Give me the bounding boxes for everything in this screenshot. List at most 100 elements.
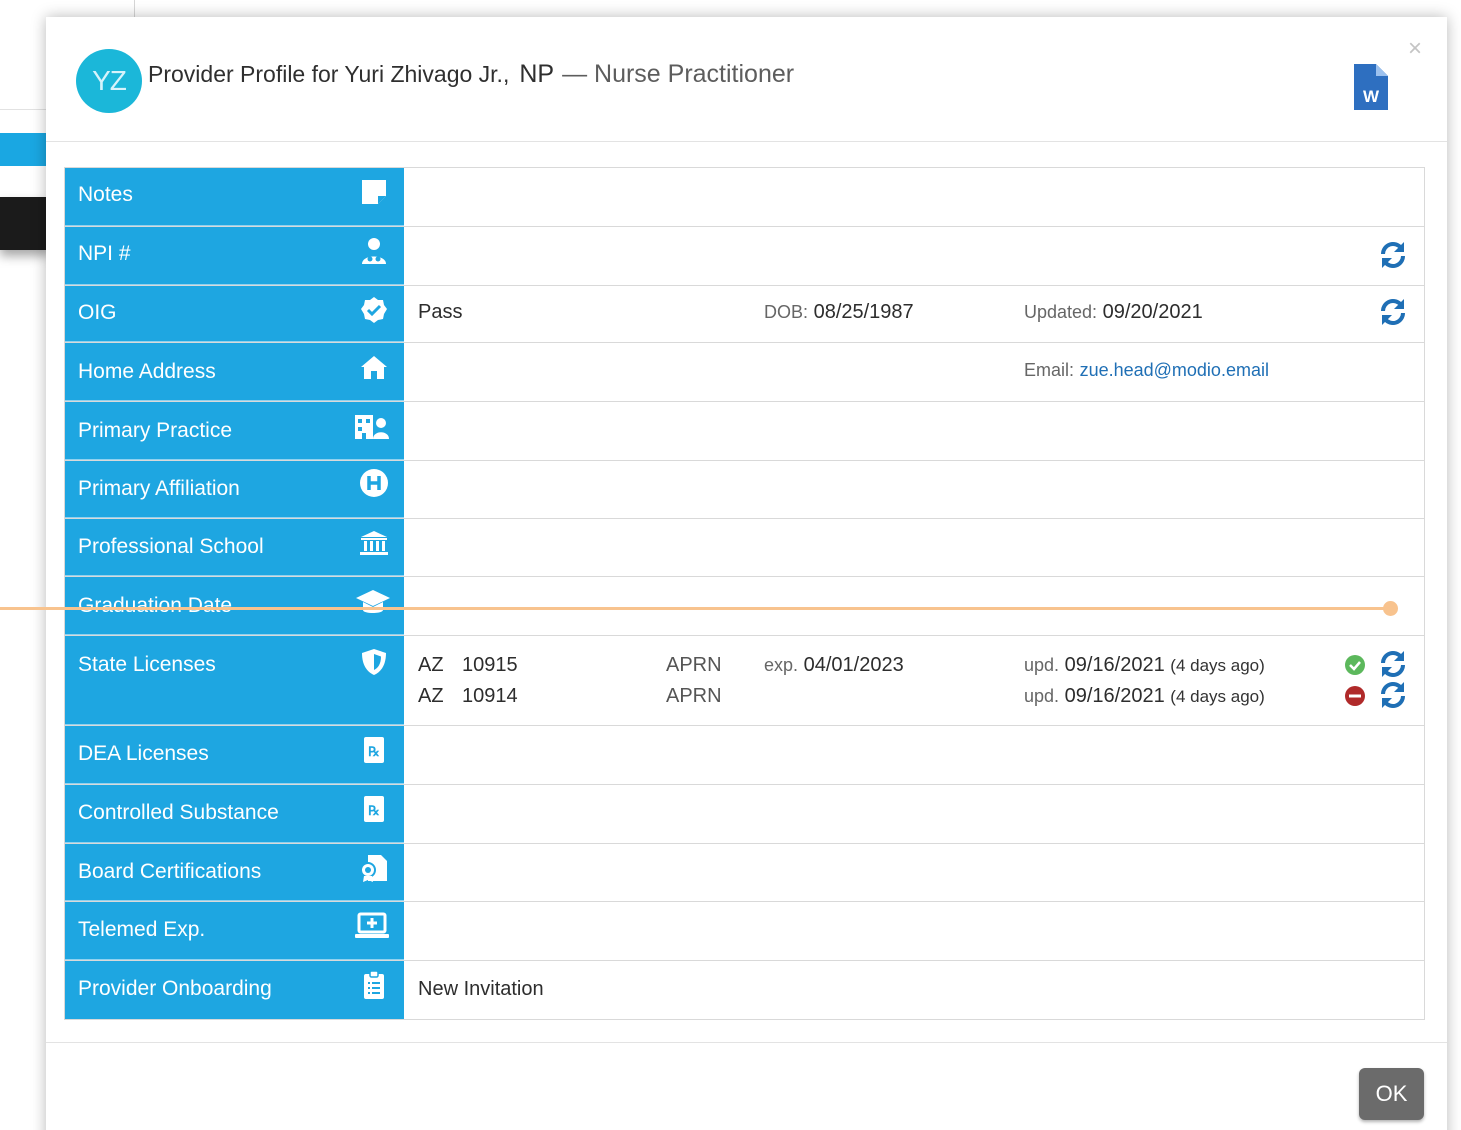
label-text: Graduation Date [78, 594, 233, 617]
license-number: 10914 [462, 685, 518, 707]
dob-value: 08/25/1987 [813, 301, 914, 323]
license-updated: upd. 09/16/2021 (4 days ago) [1024, 685, 1265, 708]
label-text: Professional School [78, 535, 264, 558]
row-home-address: Home Address Email: zue.head@modio.email [65, 343, 1424, 402]
refresh-icon[interactable] [1377, 679, 1409, 711]
shield-icon [362, 649, 386, 675]
refresh-icon[interactable] [1377, 296, 1409, 328]
ok-button[interactable]: OK [1359, 1068, 1424, 1120]
row-oig: OIG Pass DOB: 08/25/1987 Updated: 09/20/… [65, 286, 1424, 343]
content-primary-practice [404, 402, 1424, 460]
content-npi [404, 227, 1424, 285]
label-board-certifications: Board Certifications [65, 844, 404, 901]
row-telemed: Telemed Exp. [65, 902, 1424, 961]
content-professional-school [404, 519, 1424, 576]
modal-header: YZ Provider Profile for Yuri Zhivago Jr.… [46, 17, 1447, 142]
label-text: OIG [78, 301, 117, 324]
oig-updated: Updated: 09/20/2021 [1024, 301, 1203, 324]
upd-label: upd. [1024, 686, 1060, 706]
guide-line-handle[interactable] [1383, 601, 1398, 616]
content-primary-affiliation [404, 461, 1424, 518]
content-provider-onboarding: New Invitation [404, 961, 1424, 1019]
svg-text:W: W [1363, 87, 1380, 106]
content-telemed [404, 902, 1424, 960]
clipboard-list-icon [364, 970, 384, 999]
badge-check-icon [361, 297, 387, 323]
license-type: APRN [666, 685, 722, 707]
footer-divider [46, 1042, 1447, 1043]
label-notes: Notes [65, 168, 404, 226]
provider-profile-modal: YZ Provider Profile for Yuri Zhivago Jr.… [46, 17, 1447, 1130]
label-primary-practice: Primary Practice [65, 402, 404, 460]
row-notes: Notes [65, 168, 1424, 227]
license-state: AZ [418, 685, 444, 707]
avatar: YZ [76, 49, 142, 113]
label-text: Home Address [78, 360, 216, 383]
label-dea-licenses: DEA Licenses ℞ [65, 726, 404, 784]
row-npi: NPI # [65, 227, 1424, 286]
content-graduation-date [404, 577, 1424, 635]
label-text: Provider Onboarding [78, 977, 272, 1000]
content-state-licenses: AZ 10915 APRN exp. 04/01/2023 upd. 09/16… [404, 636, 1424, 725]
user-doctor-icon [362, 238, 386, 264]
title-provider-name: Provider Profile for Yuri Zhivago Jr., [148, 61, 510, 87]
upd-ago: (4 days ago) [1170, 687, 1265, 706]
guide-line[interactable] [0, 607, 1391, 610]
home-icon [361, 356, 387, 379]
label-graduation-date: Graduation Date [65, 577, 404, 635]
content-oig: Pass DOB: 08/25/1987 Updated: 09/20/2021 [404, 286, 1424, 342]
label-oig: OIG [65, 286, 404, 342]
certificate-icon [360, 855, 387, 882]
dob-label: DOB: [764, 302, 809, 322]
upd-label: upd. [1024, 655, 1060, 675]
row-primary-affiliation: Primary Affiliation [65, 461, 1424, 519]
close-icon[interactable]: × [1408, 35, 1422, 63]
minus-circle-icon [1345, 686, 1365, 706]
updated-value: 09/20/2021 [1102, 301, 1203, 323]
title-credential: NP [519, 60, 555, 88]
label-professional-school: Professional School [65, 519, 404, 576]
label-text: State Licenses [78, 653, 216, 676]
upd-value: 09/16/2021 [1064, 685, 1165, 707]
word-document-icon[interactable]: W [1354, 64, 1388, 110]
row-controlled-substance: Controlled Substance ℞ [65, 785, 1424, 844]
prescription-icon: ℞ [364, 737, 384, 763]
email-link[interactable]: zue.head@modio.email [1080, 360, 1269, 380]
label-controlled-substance: Controlled Substance ℞ [65, 785, 404, 843]
modal-title: Provider Profile for Yuri Zhivago Jr., N… [148, 60, 794, 89]
check-circle-icon [1345, 655, 1365, 675]
label-npi: NPI # [65, 227, 404, 285]
exp-label: exp. [764, 655, 799, 675]
content-dea-licenses [404, 726, 1424, 784]
label-text: Board Certifications [78, 860, 262, 883]
license-updated: upd. 09/16/2021 (4 days ago) [1024, 654, 1265, 677]
label-home-address: Home Address [65, 343, 404, 401]
oig-status: Pass [418, 301, 463, 323]
background-blue-bar [0, 133, 50, 166]
upd-ago: (4 days ago) [1170, 656, 1265, 675]
license-exp: exp. 04/01/2023 [764, 654, 904, 677]
label-text: Primary Practice [78, 419, 233, 442]
exp-value: 04/01/2023 [803, 654, 904, 676]
content-board-certifications [404, 844, 1424, 901]
dob: DOB: 08/25/1987 [764, 301, 914, 324]
svg-text:℞: ℞ [368, 744, 380, 759]
refresh-icon[interactable] [1377, 239, 1409, 271]
updated-label: Updated: [1024, 302, 1098, 322]
license-number: 10915 [462, 654, 518, 676]
label-text: NPI # [78, 242, 131, 265]
license-state: AZ [418, 654, 444, 676]
title-specialty: — Nurse Practitioner [562, 60, 795, 88]
content-controlled-substance [404, 785, 1424, 843]
label-provider-onboarding: Provider Onboarding [65, 961, 404, 1019]
row-provider-onboarding: Provider Onboarding New Invitation [65, 961, 1424, 1019]
label-primary-affiliation: Primary Affiliation [65, 461, 404, 518]
prescription-icon: ℞ [364, 796, 384, 822]
email-label: Email: [1024, 360, 1075, 380]
refresh-icon[interactable] [1377, 648, 1409, 680]
label-state-licenses: State Licenses [65, 636, 404, 725]
row-board-certifications: Board Certifications [65, 844, 1424, 902]
hospital-h-icon [360, 469, 388, 497]
row-primary-practice: Primary Practice [65, 402, 1424, 461]
onboarding-status: New Invitation [418, 978, 544, 1000]
